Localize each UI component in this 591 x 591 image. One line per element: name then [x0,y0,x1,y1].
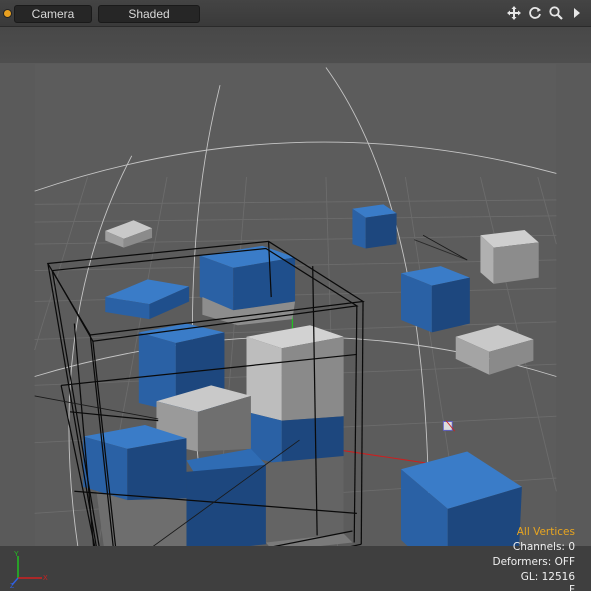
3d-viewport[interactable] [0,64,591,546]
info-extra-line: F [568,585,575,591]
viewport-background-top [0,27,591,64]
viewport-menu-bullet[interactable] [4,10,11,17]
camera-dropdown[interactable]: Camera [14,5,92,23]
zoom-icon[interactable] [548,4,564,22]
viewport-info-overlay: All Vertices Channels: 0 Deformers: OFF … [493,525,576,591]
channels-readout: Channels: 0 [512,541,575,553]
blue-cube-right[interactable] [400,266,470,333]
shading-mode-dropdown[interactable]: Shaded [98,5,200,23]
move-icon[interactable] [506,4,522,22]
blue-cube-top[interactable] [352,204,397,249]
modo-3d-viewport-window: Camera Shaded Y X Z All Vertices Channel… [0,0,591,591]
viewport-header: Camera Shaded [0,0,591,27]
deformers-readout: Deformers: OFF [492,556,576,568]
selection-mode-label[interactable]: All Vertices [493,525,575,540]
gl-polycount-readout: GL: 12516 [520,571,575,583]
gizmo-y-label: Y [14,551,19,558]
orientation-gizmo: Y X Z [10,551,48,588]
expand-arrow-icon[interactable] [569,4,585,22]
rotate-icon[interactable] [527,4,543,22]
gizmo-z-label: Z [10,583,15,588]
scene-canvas[interactable] [0,64,591,546]
gizmo-x-label: X [43,575,48,582]
grey-cube-far[interactable] [480,229,539,284]
viewport-tools [506,4,585,22]
